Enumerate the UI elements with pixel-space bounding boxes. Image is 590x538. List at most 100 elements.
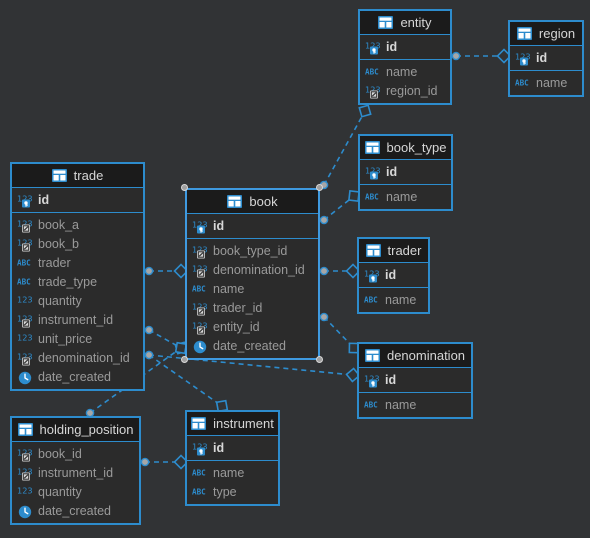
field-row-entity-id[interactable]: 123 id (360, 37, 450, 56)
field-row-trade-book_a[interactable]: 123 book_a (12, 215, 143, 234)
text-abc-icon: ABC (192, 485, 208, 499)
table-header-book[interactable]: book (187, 190, 318, 214)
integer-123-icon: 123 (192, 441, 208, 455)
table-node-region[interactable]: region 123 id ABC name (508, 20, 584, 97)
primary-key-section-instrument: 123 id (187, 436, 278, 461)
table-node-book_type[interactable]: book_type 123 id ABC name (358, 134, 453, 211)
field-row-book-name[interactable]: ABC name (187, 279, 318, 298)
field-row-trader-id[interactable]: 123 id (359, 265, 428, 284)
table-header-entity[interactable]: entity (360, 11, 450, 35)
selection-handle-1[interactable] (316, 356, 323, 363)
field-label: date_created (213, 338, 286, 353)
text-abc-icon: ABC (17, 256, 33, 270)
foreign-key-badge-icon (22, 243, 30, 251)
field-row-book_type-id[interactable]: 123 id (360, 162, 451, 181)
table-header-denomination[interactable]: denomination (359, 344, 471, 368)
field-label: id (213, 440, 225, 455)
field-row-trade-unit_price[interactable]: 123 unit_price (12, 329, 143, 348)
table-header-region[interactable]: region (510, 22, 582, 46)
integer-123-icon: 123 (192, 219, 208, 233)
field-label: name (213, 465, 245, 480)
selection-handle-0[interactable] (316, 184, 323, 191)
svg-text:ABC: ABC (17, 258, 31, 267)
table-node-denomination[interactable]: denomination 123 id ABC name (357, 342, 473, 419)
table-node-holding_position[interactable]: holding_position 123 book_id 123 instrument_… (10, 416, 141, 525)
field-label: name (213, 281, 245, 296)
table-title: book (249, 194, 278, 209)
svg-text:123: 123 (17, 294, 33, 304)
field-row-holding_position-instrument_id[interactable]: 123 instrument_id (12, 463, 139, 482)
field-row-trade-id[interactable]: 123 id (12, 190, 143, 209)
table-header-trader[interactable]: trader (359, 239, 428, 263)
text-abc-icon: ABC (17, 275, 33, 289)
field-row-trader-name[interactable]: ABC name (359, 290, 428, 309)
svg-text:ABC: ABC (192, 468, 206, 477)
selection-handle-2[interactable] (181, 184, 188, 191)
table-title: trader (387, 243, 422, 258)
field-row-entity-region_id[interactable]: 123 region_id (360, 81, 450, 100)
primary-key-section-trade: 123 id (12, 188, 143, 213)
table-header-book_type[interactable]: book_type (360, 136, 451, 160)
field-row-trade-trader[interactable]: ABC trader (12, 253, 143, 272)
field-row-book_type-name[interactable]: ABC name (360, 187, 451, 206)
field-row-trade-instrument_id[interactable]: 123 instrument_id (12, 310, 143, 329)
fields-section-book: 123 book_type_id 123 denomination_id ABC name… (187, 239, 318, 358)
fields-section-entity: ABC name 123 region_id (360, 60, 450, 103)
integer-123-icon: 123 (17, 218, 33, 232)
table-header-holding_position[interactable]: holding_position (12, 418, 139, 442)
field-label: id (385, 372, 397, 387)
relation-source-dot-book-booktype (319, 215, 329, 225)
field-label: id (386, 39, 398, 54)
table-node-book[interactable]: book 123 id 123 book_type_id 123 denomination_… (185, 188, 320, 360)
integer-123-icon: 123 (192, 320, 208, 334)
field-row-entity-name[interactable]: ABC name (360, 62, 450, 81)
field-row-trade-quantity[interactable]: 123 quantity (12, 291, 143, 310)
field-row-denomination-name[interactable]: ABC name (359, 395, 471, 414)
svg-text:ABC: ABC (364, 295, 378, 304)
table-icon (51, 168, 68, 183)
clock-date-icon (17, 370, 33, 384)
foreign-key-badge-icon (22, 357, 30, 365)
text-abc-icon: ABC (365, 65, 381, 79)
field-row-region-id[interactable]: 123 id (510, 48, 582, 67)
field-row-holding_position-book_id[interactable]: 123 book_id (12, 444, 139, 463)
field-row-trade-date_created[interactable]: date_created (12, 367, 143, 386)
field-row-instrument-type[interactable]: ABC type (187, 482, 278, 501)
field-row-instrument-id[interactable]: 123 id (187, 438, 278, 457)
field-row-region-name[interactable]: ABC name (510, 73, 582, 92)
field-row-book-trader_id[interactable]: 123 trader_id (187, 298, 318, 317)
primary-key-badge-icon (520, 57, 528, 65)
field-row-trade-book_b[interactable]: 123 book_b (12, 234, 143, 253)
field-row-holding_position-date_created[interactable]: date_created (12, 501, 139, 520)
field-row-holding_position-quantity[interactable]: 123 quantity (12, 482, 139, 501)
field-row-book-date_created[interactable]: date_created (187, 336, 318, 355)
table-icon (365, 243, 382, 258)
integer-123-icon: 123 (17, 294, 33, 308)
table-node-entity[interactable]: entity 123 id ABC name 123 region_id (358, 9, 452, 105)
integer-123-icon: 123 (17, 466, 33, 480)
table-title: holding_position (39, 422, 134, 437)
table-icon (17, 422, 34, 437)
field-row-book-id[interactable]: 123 id (187, 216, 318, 235)
table-node-instrument[interactable]: instrument 123 id ABC name ABC type (185, 410, 280, 506)
integer-123-icon: 123 (192, 244, 208, 258)
table-node-trader[interactable]: trader 123 id ABC name (357, 237, 430, 314)
table-node-trade[interactable]: trade 123 id 123 book_a 123 book_b ABC trader ABC… (10, 162, 145, 391)
selection-handle-3[interactable] (181, 356, 188, 363)
field-row-book-entity_id[interactable]: 123 entity_id (187, 317, 318, 336)
field-row-trade-denomination_id[interactable]: 123 denomination_id (12, 348, 143, 367)
er-diagram-canvas[interactable]: entity 123 id ABC name 123 region_id region 123 i… (0, 0, 590, 538)
integer-123-icon: 123 (515, 51, 531, 65)
field-row-instrument-name[interactable]: ABC name (187, 463, 278, 482)
field-row-book-denomination_id[interactable]: 123 denomination_id (187, 260, 318, 279)
field-label: denomination_id (38, 350, 130, 365)
field-label: trader (38, 255, 71, 270)
field-row-denomination-id[interactable]: 123 id (359, 370, 471, 389)
relation-source-dot-trade-instrument (144, 350, 154, 360)
table-header-instrument[interactable]: instrument (187, 412, 278, 436)
primary-key-badge-icon (370, 46, 378, 54)
field-row-trade-trade_type[interactable]: ABC trade_type (12, 272, 143, 291)
table-header-trade[interactable]: trade (12, 164, 143, 188)
field-label: id (536, 50, 548, 65)
field-row-book-book_type_id[interactable]: 123 book_type_id (187, 241, 318, 260)
